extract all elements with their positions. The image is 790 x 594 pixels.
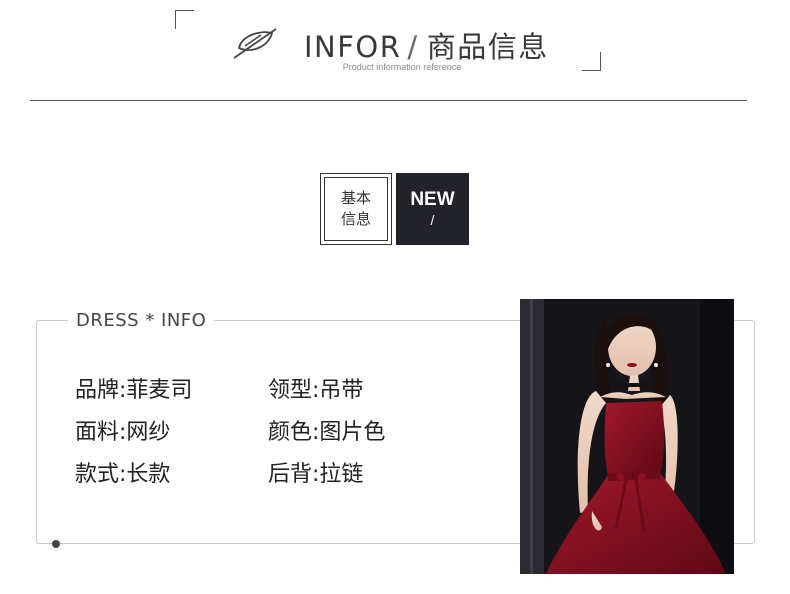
info-field-value: 菲麦司 (126, 378, 193, 403)
info-field-value: 吊带 (319, 378, 364, 403)
info-field-label: 款式: (75, 462, 127, 487)
info-field-label: 领型: (268, 378, 320, 403)
new-tag: NEW / (396, 173, 469, 245)
info-field-label: 品牌: (75, 378, 127, 403)
dress-info-legend: DRESS * INFO (68, 310, 215, 331)
info-box-dot (52, 540, 60, 548)
info-field-value: 图片色 (319, 420, 386, 445)
info-field-back: 后背:拉链 (268, 460, 363, 490)
model-photo (520, 299, 734, 574)
info-field-neckline: 领型:吊带 (268, 376, 363, 406)
section-title-cn: 商品信息 (426, 30, 549, 64)
leaf-logo-icon (233, 28, 277, 59)
info-field-style: 款式:长款 (75, 460, 170, 490)
section-title-slash: / (407, 30, 419, 64)
info-field-color: 颜色:图片色 (268, 418, 385, 448)
basic-info-tag-line2: 信息 (340, 210, 371, 228)
header-corner-top-left (175, 10, 194, 29)
info-field-label: 后背: (268, 462, 320, 487)
section-title-en: INFOR (304, 30, 402, 64)
header-divider (30, 100, 747, 101)
info-field-label: 颜色: (268, 420, 320, 445)
header-corner-bottom-right (582, 52, 601, 71)
info-field-brand: 品牌:菲麦司 (75, 376, 192, 406)
new-tag-slash: / (430, 212, 435, 228)
info-field-value: 拉链 (319, 462, 364, 487)
section-subtitle: Product information reference (342, 62, 462, 72)
section-title: INFOR / 商品信息 (304, 24, 549, 66)
basic-info-tag-line1: 基本 (340, 189, 371, 207)
model-illustration (520, 299, 734, 574)
info-field-fabric: 面料:网纱 (75, 418, 170, 448)
new-tag-label: NEW (410, 189, 455, 210)
basic-info-tag: 基本 信息 (320, 173, 392, 245)
info-field-value: 网纱 (126, 420, 171, 445)
info-field-label: 面料: (75, 420, 127, 445)
info-field-value: 长款 (126, 462, 171, 487)
